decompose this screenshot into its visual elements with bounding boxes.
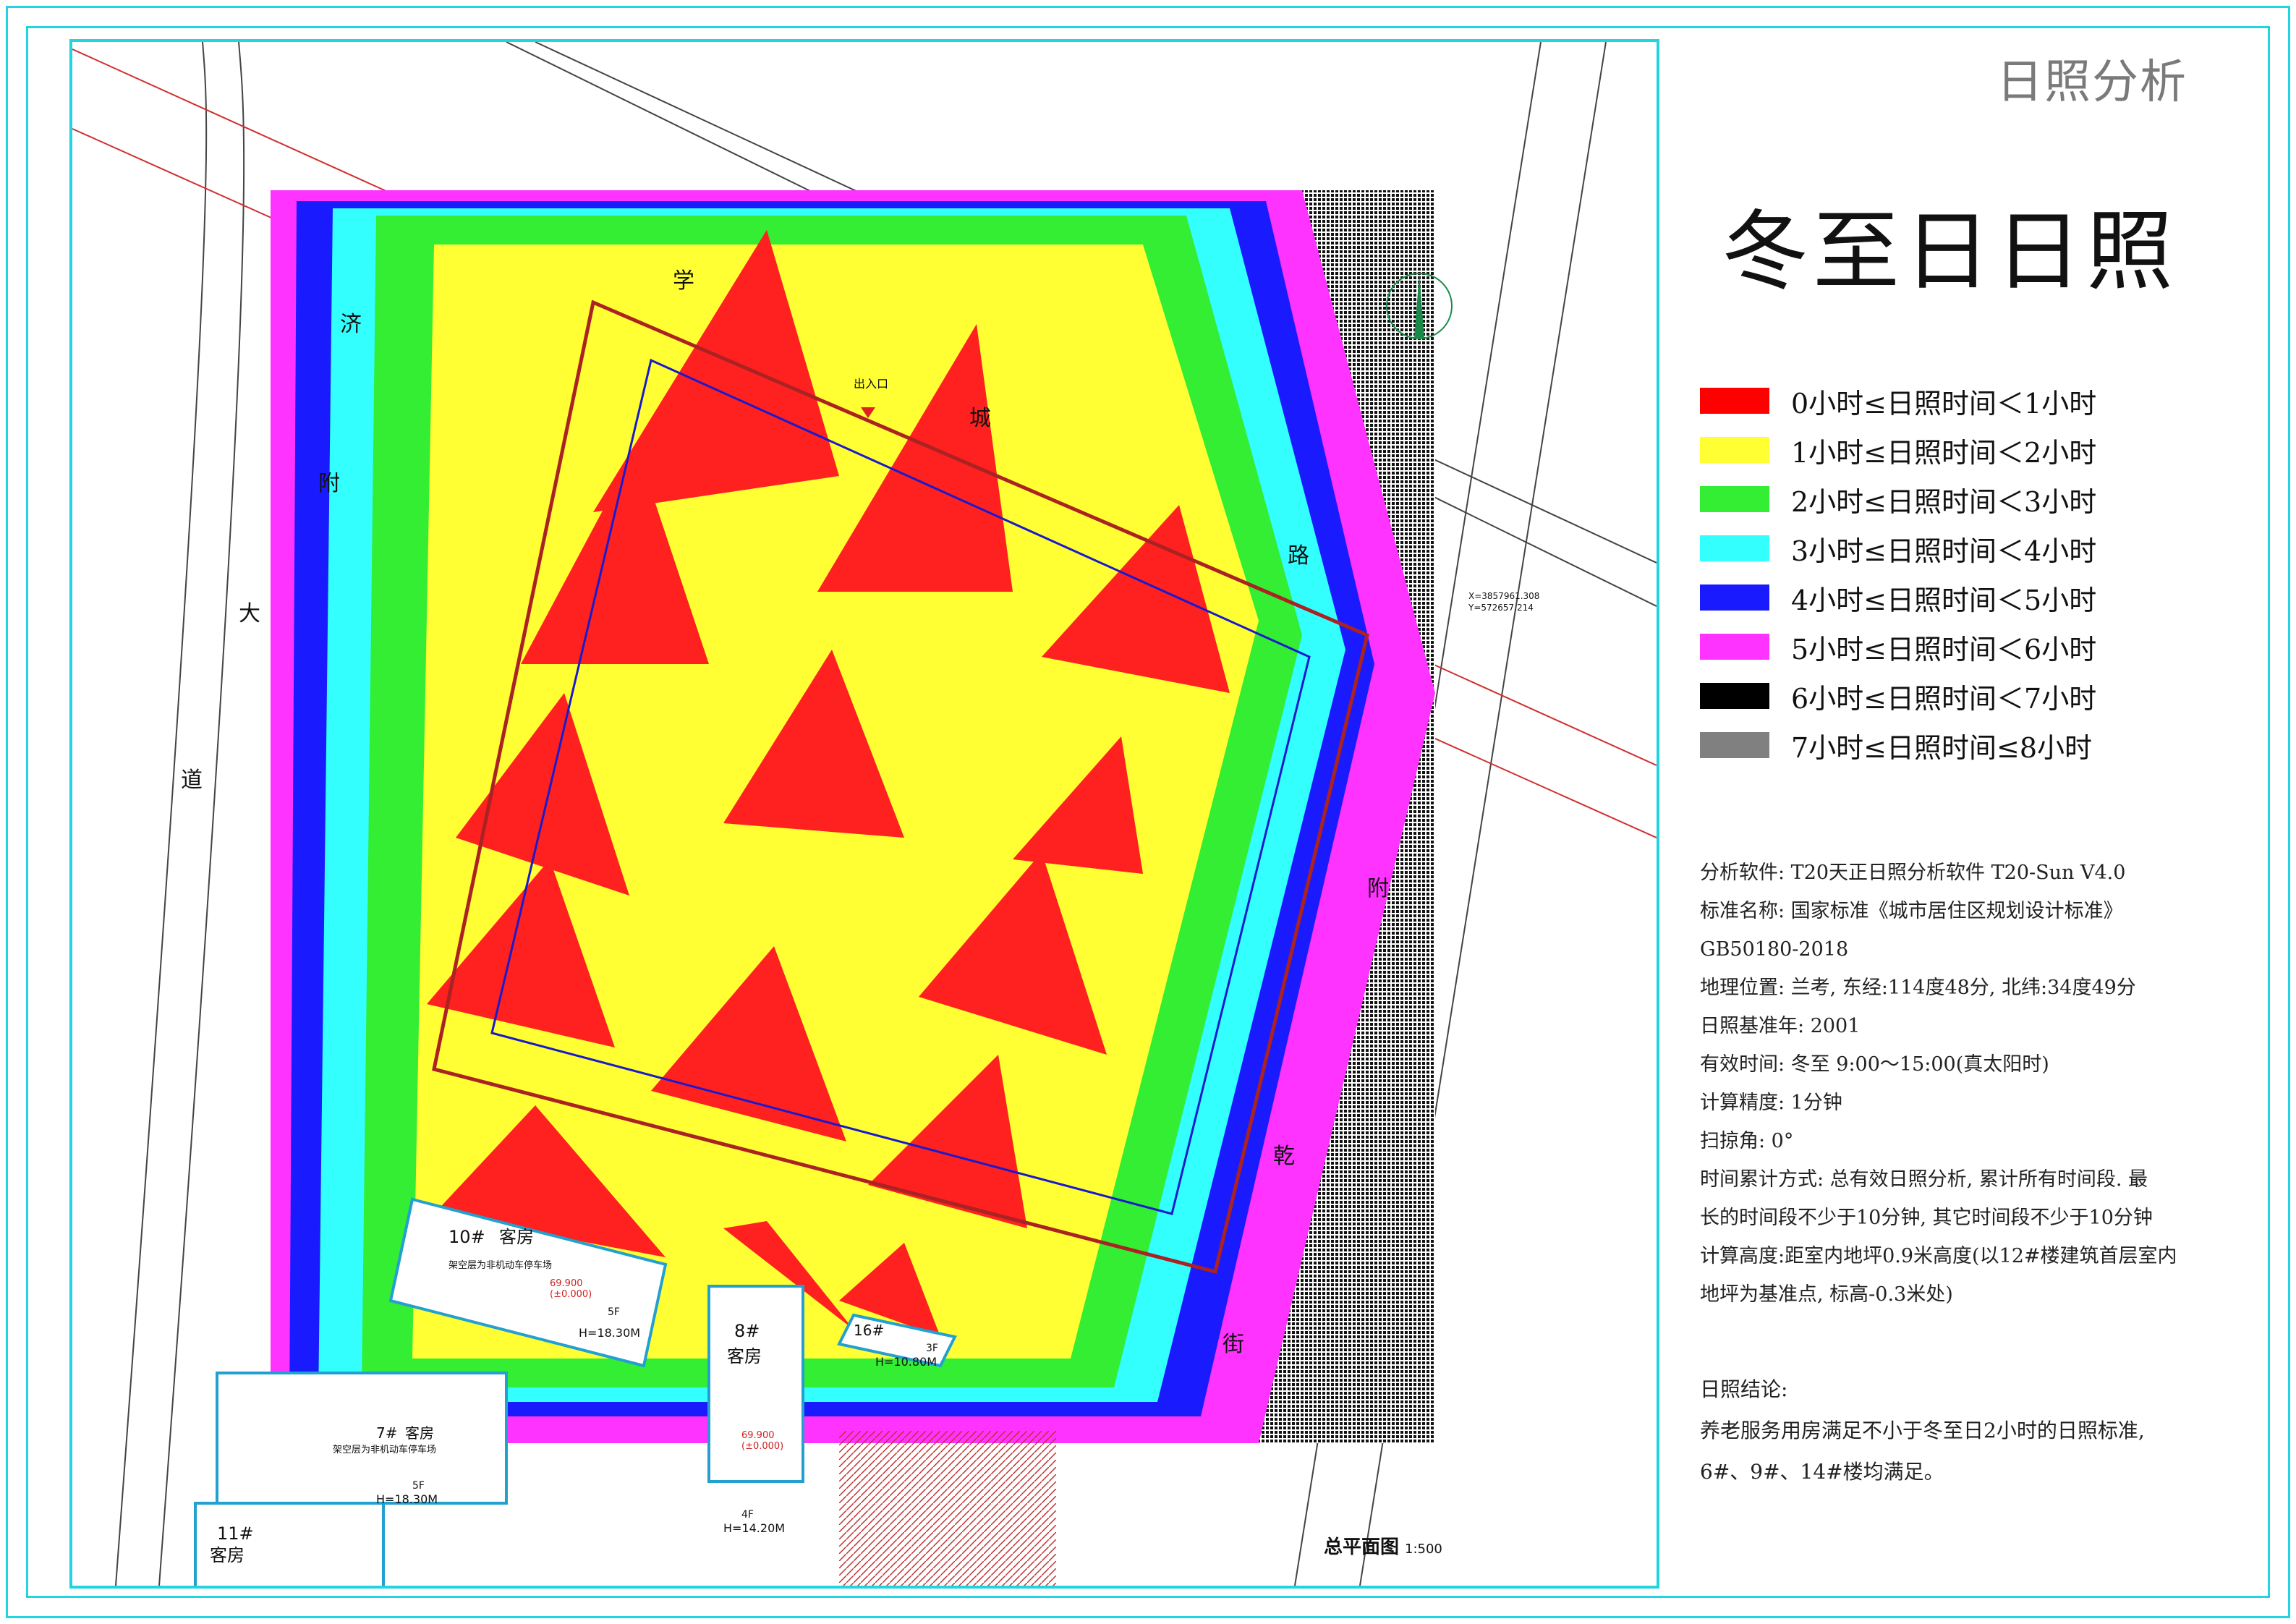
legend-item: 3小时≤日照时间＜4小时 [1700,524,2096,573]
building-8-height: H=14.20M [723,1521,785,1535]
road-label-right-3: 乾 [1273,1144,1295,1169]
building-8-elev: 69.900 [741,1430,775,1441]
building-11-type: 客房 [210,1545,245,1565]
legend-item: 2小时≤日照时间＜3小时 [1700,475,2096,524]
road-label-left-top-2: 附 [318,471,340,496]
building-10-elev: 69.900 [550,1278,583,1289]
legend-swatch [1700,388,1769,414]
building-7-floors: 5F [412,1480,425,1492]
legend-item: 4小时≤日照时间＜5小时 [1700,573,2096,622]
conclusion-title: 日照结论: [1700,1377,1788,1401]
legend-label: 6小时≤日照时间＜7小时 [1791,682,2097,715]
info-precision: 计算精度: 1分钟 [1700,1092,1842,1114]
info-standard: 标准名称: 国家标准《城市居住区规划设计标准》 [1700,900,2123,922]
building-11-name: 11# [217,1523,254,1544]
building-10-type: 客房 [499,1227,534,1247]
building-7-type: 客房 [405,1424,434,1442]
legend-label: 4小时≤日照时间＜5小时 [1791,584,2097,616]
info-standard-code: GB50180-2018 [1700,938,1849,961]
info-location: 地理位置: 兰考, 东经:114度48分, 北纬:34度49分 [1700,977,2136,999]
legend-label: 0小时≤日照时间＜1小时 [1791,387,2097,420]
legend-item: 7小时≤日照时间≤8小时 [1700,720,2096,770]
building-16-floors: 3F [926,1343,938,1354]
plan-scale-label: 总平面图 1:500 [1324,1532,1442,1559]
info-software: 分析软件: T20天正日照分析软件 T20-Sun V4.0 [1700,862,2126,884]
info-base-year: 日照基准年: 2001 [1700,1015,1861,1037]
legend-item: 0小时≤日照时间＜1小时 [1700,376,2096,425]
road-label-right-1: 路 [1288,543,1309,569]
road-label-left-top-1: 济 [340,312,362,337]
conclusion: 日照结论: 养老服务用房满足不小于冬至日2小时的日照标准, 6#、9#、14#楼… [1700,1369,2264,1492]
building-8-elev-sub: (±0.000) [741,1441,783,1452]
conclusion-line-1: 养老服务用房满足不小于冬至日2小时的日照标准, [1700,1419,2145,1442]
legend-swatch [1700,683,1769,709]
building-7-height: H=18.30M [376,1492,438,1506]
legend-item: 1小时≤日照时间＜2小时 [1700,425,2096,475]
sunlight-analysis-map: 大 道 学 城 济 附 路 附 乾 街 出入口 X=3857961.308 Y=… [72,42,1657,1586]
building-10-name: 10# [448,1227,485,1247]
info-valid-time: 有效时间: 冬至 9:00～15:00(真太阳时) [1700,1053,2049,1076]
road-label-left-2: 道 [181,768,203,793]
road-label-right-2: 附 [1367,876,1389,901]
info-height-2: 地坪为基准点, 标高-0.3米处) [1700,1283,1953,1306]
info-accumulation-1: 时间累计方式: 总有效日照分析, 累计所有时间段. 最 [1700,1168,2148,1191]
coord-y: Y=572657.214 [1468,603,1534,613]
legend-swatch [1700,732,1769,758]
building-10-elev-sub: (±0.000) [550,1289,592,1300]
building-7-name: 7# [376,1424,397,1442]
legend-swatch [1700,486,1769,512]
building-10-height: H=18.30M [579,1326,640,1340]
legend-label: 3小时≤日照时间＜4小时 [1791,535,2097,567]
building-16-name: 16# [854,1322,884,1339]
legend-swatch [1700,535,1769,561]
header-title: 日照分析 [1997,56,2187,109]
legend-swatch [1700,634,1769,660]
building-hatch [839,1431,1056,1586]
legend-label: 2小时≤日照时间＜3小时 [1791,485,2097,518]
coord-x: X=3857961.308 [1468,591,1539,601]
road-label-left-1: 大 [239,601,260,626]
road-label-top-2: 城 [969,406,991,431]
legend-item: 5小时≤日照时间＜6小时 [1700,622,2096,671]
conclusion-line-2: 6#、9#、14#楼均满足。 [1700,1460,1944,1484]
building-10-floors: 5F [608,1306,620,1318]
legend-label: 1小时≤日照时间＜2小时 [1791,436,2097,469]
legend-label: 5小时≤日照时间＜6小时 [1791,633,2097,666]
legend-swatch [1700,437,1769,463]
legend-swatch [1700,584,1769,611]
plan-scale-ratio: 1:500 [1405,1542,1442,1557]
entrance-label: 出入口 [854,377,888,391]
building-10-note: 架空层为非机动车停车场 [448,1259,552,1271]
road-label-top-1: 学 [673,268,694,294]
building-8-type: 客房 [727,1346,762,1366]
legend-label: 7小时≤日照时间≤8小时 [1791,731,2093,764]
plan-title: 总平面图 [1324,1536,1400,1558]
info-sweep-angle: 扫掠角: 0° [1700,1130,1794,1152]
legend-item: 6小时≤日照时间＜7小时 [1700,671,2096,720]
building-8-floors: 4F [741,1509,754,1521]
legend: 0小时≤日照时间＜1小时 1小时≤日照时间＜2小时 2小时≤日照时间＜3小时 3… [1700,376,2096,770]
building-8-name: 8# [734,1321,760,1341]
site-plan-map: 大 道 学 城 济 附 路 附 乾 街 出入口 X=3857961.308 Y=… [69,39,1659,1589]
analysis-info: 分析软件: T20天正日照分析软件 T20-Sun V4.0 标准名称: 国家标… [1700,854,2250,1314]
main-title: 冬至日日照 [1722,202,2177,302]
building-16-height: H=10.80M [875,1355,937,1369]
road-label-right-4: 街 [1223,1332,1244,1357]
info-height-1: 计算高度:距室内地坪0.9米高度(以12#楼建筑首层室内 [1700,1245,2177,1267]
building-7-note: 架空层为非机动车停车场 [333,1444,436,1455]
info-accumulation-2: 长的时间段不少于10分钟, 其它时间段不少于10分钟 [1700,1207,2153,1229]
